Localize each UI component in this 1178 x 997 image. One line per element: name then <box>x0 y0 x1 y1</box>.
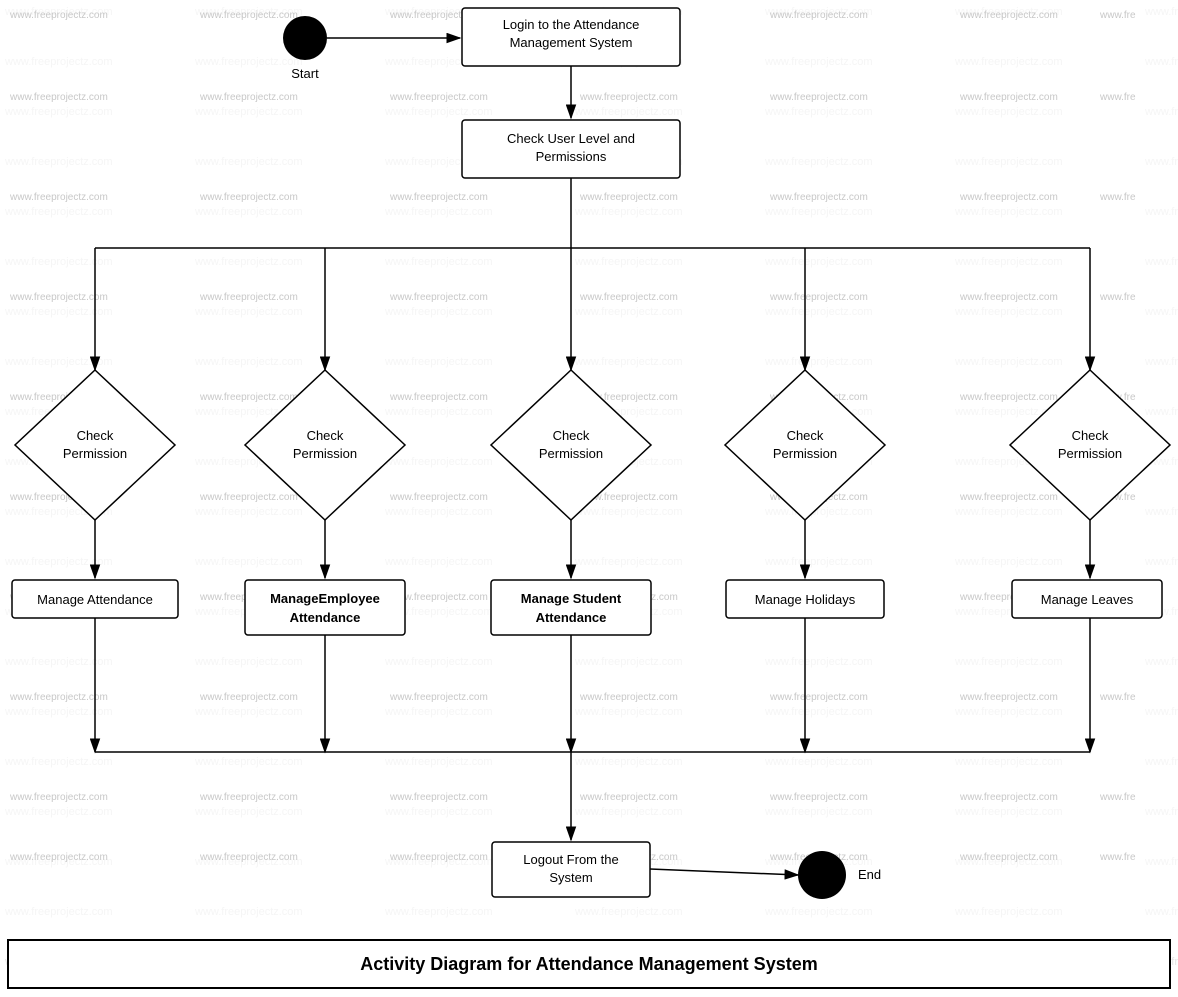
watermark: www.freeprojectz.com <box>199 10 298 21</box>
svg-text:www.freeprojectz.com: www.freeprojectz.com <box>199 192 298 203</box>
svg-text:www.freeprojectz.com: www.freeprojectz.com <box>9 792 108 803</box>
svg-text:www.freeprojectz.com: www.freeprojectz.com <box>769 292 868 303</box>
svg-text:www.freeprojectz.com: www.freeprojectz.com <box>579 692 678 703</box>
svg-text:www.freeprojectz.com: www.freeprojectz.com <box>389 792 488 803</box>
manage-attendance-label: Manage Attendance <box>37 592 153 607</box>
svg-text:www.fre: www.fre <box>1099 792 1136 803</box>
svg-text:www.freeprojectz.com: www.freeprojectz.com <box>9 192 108 203</box>
diagram-title: Activity Diagram for Attendance Manageme… <box>360 954 817 974</box>
manage-employee-text1: ManageEmployee <box>270 591 380 606</box>
svg-text:www.freeprojectz.com: www.freeprojectz.com <box>769 692 868 703</box>
svg-text:www.freeprojectz.com: www.freeprojectz.com <box>9 852 108 863</box>
svg-text:www.freeprojectz.com: www.freeprojectz.com <box>579 792 678 803</box>
svg-text:www.freeprojectz.com: www.freeprojectz.com <box>389 692 488 703</box>
diamond5-text2: Permission <box>1058 446 1122 461</box>
svg-text:www.freeprojectz.com: www.freeprojectz.com <box>199 492 298 503</box>
check-user-text-2: Permissions <box>536 149 607 164</box>
svg-text:www.freeprojectz.com: www.freeprojectz.com <box>769 192 868 203</box>
diamond2-text1: Check <box>307 428 344 443</box>
svg-text:www.freeprojectz.com: www.freeprojectz.com <box>579 192 678 203</box>
svg-text:www.freeprojectz.com: www.freeprojectz.com <box>769 92 868 103</box>
logout-text2: System <box>549 870 592 885</box>
svg-text:www.freeprojectz.com: www.freeprojectz.com <box>959 792 1058 803</box>
svg-text:www.freeprojectz.com: www.freeprojectz.com <box>579 92 678 103</box>
svg-text:www.freeprojectz.com: www.freeprojectz.com <box>389 92 488 103</box>
manage-employee-box <box>245 580 405 635</box>
diamond1-text2: Permission <box>63 446 127 461</box>
start-node <box>283 16 327 60</box>
manage-employee-text2: Attendance <box>290 610 361 625</box>
diamond1-text1: Check <box>77 428 114 443</box>
svg-text:www.freeprojectz.com: www.freeprojectz.com <box>389 192 488 203</box>
svg-text:www.freeprojectz.com: www.freeprojectz.com <box>389 392 488 403</box>
svg-text:www.freeprojectz.com: www.freeprojectz.com <box>199 692 298 703</box>
svg-text:www.fre: www.fre <box>1099 292 1136 303</box>
svg-text:www.freeprojectz.com: www.freeprojectz.com <box>959 392 1058 403</box>
svg-text:www.freeprojectz.com: www.freeprojectz.com <box>959 292 1058 303</box>
diamond4-text1: Check <box>787 428 824 443</box>
svg-text:www.freeprojectz.com: www.freeprojectz.com <box>769 792 868 803</box>
svg-text:www.fre: www.fre <box>1099 852 1136 863</box>
diamond5-text1: Check <box>1072 428 1109 443</box>
start-label: Start <box>291 66 319 81</box>
svg-text:www.freeprojectz.com: www.freeprojectz.com <box>9 692 108 703</box>
svg-text:www.freeprojectz.com: www.freeprojectz.com <box>199 792 298 803</box>
diamond2-text2: Permission <box>293 446 357 461</box>
manage-student-text2: Attendance <box>536 610 607 625</box>
end-label: End <box>858 867 881 882</box>
svg-text:www.fre: www.fre <box>1099 192 1136 203</box>
svg-text:www.freeprojectz.com: www.freeprojectz.com <box>579 292 678 303</box>
manage-holidays-label: Manage Holidays <box>755 592 856 607</box>
svg-text:www.freeprojectz.com: www.freeprojectz.com <box>959 852 1058 863</box>
watermark: www.fre <box>1099 10 1136 21</box>
svg-text:www.fre: www.fre <box>1099 692 1136 703</box>
svg-text:www.fre: www.fre <box>1099 92 1136 103</box>
svg-text:www.freeprojectz.com: www.freeprojectz.com <box>389 292 488 303</box>
svg-text:www.freeprojectz.com: www.freeprojectz.com <box>199 392 298 403</box>
login-text-1: Login to the Attendance <box>503 17 640 32</box>
svg-text:www.freeprojectz.com: www.freeprojectz.com <box>959 492 1058 503</box>
svg-text:www.freeprojectz.com: www.freeprojectz.com <box>199 852 298 863</box>
check-user-text-1: Check User Level and <box>507 131 635 146</box>
manage-student-box <box>491 580 651 635</box>
manage-student-text1: Manage Student <box>521 591 622 606</box>
svg-text:www.freeprojectz.com: www.freeprojectz.com <box>9 92 108 103</box>
svg-text:www.freeprojectz.com: www.freeprojectz.com <box>959 692 1058 703</box>
svg-text:www.freeprojectz.com: www.freeprojectz.com <box>199 292 298 303</box>
watermark: www.freeprojectz.com <box>769 10 868 21</box>
diamond4-text2: Permission <box>773 446 837 461</box>
diamond3-text1: Check <box>553 428 590 443</box>
login-text-2: Management System <box>510 35 633 50</box>
diagram-area: www.freeprojectz.com www.freeprojectz.co… <box>0 0 1178 994</box>
logout-text1: Logout From the <box>523 852 618 867</box>
svg-text:www.freeprojectz.com: www.freeprojectz.com <box>389 852 488 863</box>
manage-leaves-label: Manage Leaves <box>1041 592 1134 607</box>
svg-text:www.freeprojectz.com: www.freeprojectz.com <box>389 492 488 503</box>
svg-text:www.freeprojectz.com: www.freeprojectz.com <box>959 92 1058 103</box>
watermark: www.freeprojectz.com <box>9 10 108 21</box>
end-node <box>798 851 846 899</box>
svg-text:www.freeprojectz.com: www.freeprojectz.com <box>959 192 1058 203</box>
svg-text:www.freeprojectz.com: www.freeprojectz.com <box>199 92 298 103</box>
svg-text:www.freeprojectz.com: www.freeprojectz.com <box>9 292 108 303</box>
watermark: www.freeprojectz.com <box>959 10 1058 21</box>
diamond3-text2: Permission <box>539 446 603 461</box>
